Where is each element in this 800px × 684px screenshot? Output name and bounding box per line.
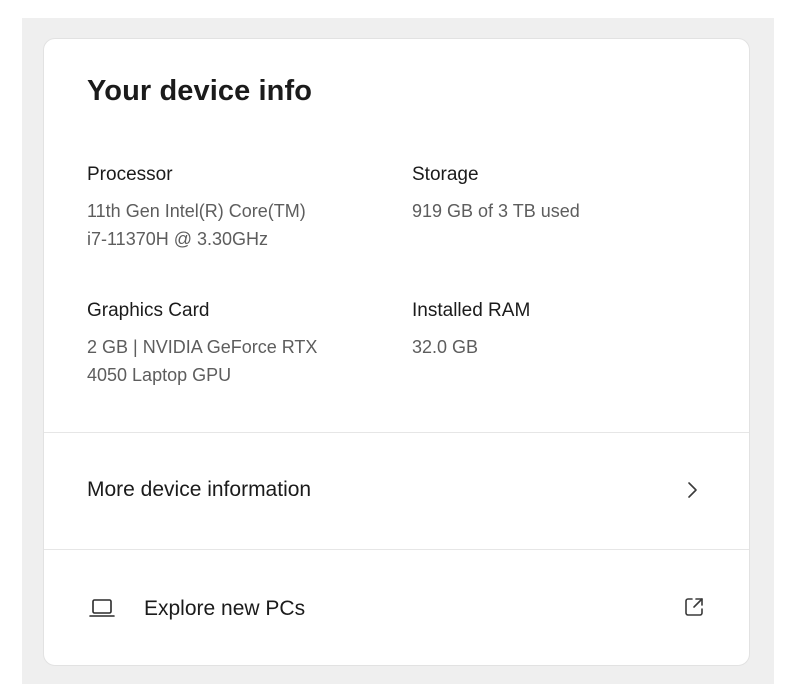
card-title: Your device info — [87, 75, 313, 107]
device-info-card: Your device info Processor 11th Gen Inte… — [43, 38, 750, 666]
spec-storage-label: Storage — [412, 164, 479, 185]
more-device-information-row[interactable]: More device information — [44, 433, 749, 549]
spec-storage: Storage 919 GB of 3 TB used — [412, 161, 702, 225]
external-link-icon — [685, 598, 703, 616]
spec-processor-label: Processor — [87, 164, 173, 185]
spec-ram-label: Installed RAM — [412, 300, 531, 321]
explore-new-pcs-label: Explore new PCs — [144, 597, 306, 620]
laptop-icon — [89, 599, 115, 617]
chevron-right-icon — [688, 482, 697, 498]
spec-processor: Processor 11th Gen Intel(R) Core(TM) i7-… — [87, 161, 377, 253]
spec-graphics-value-line2: 4050 Laptop GPU — [87, 365, 232, 385]
spec-processor-value-line1: 11th Gen Intel(R) Core(TM) — [87, 201, 306, 221]
spec-ram-value: 32.0 GB — [412, 337, 479, 357]
spec-processor-value-line2: i7-11370H @ 3.30GHz — [87, 229, 269, 249]
spec-storage-value: 919 GB of 3 TB used — [412, 201, 580, 221]
spec-graphics-label: Graphics Card — [87, 300, 210, 321]
spec-graphics-value-line1: 2 GB | NVIDIA GeForce RTX — [87, 337, 318, 357]
spec-ram: Installed RAM 32.0 GB — [412, 297, 702, 361]
explore-new-pcs-row[interactable]: Explore new PCs — [44, 550, 749, 665]
spec-graphics: Graphics Card 2 GB | NVIDIA GeForce RTX … — [87, 297, 377, 389]
more-device-information-label: More device information — [87, 478, 312, 501]
